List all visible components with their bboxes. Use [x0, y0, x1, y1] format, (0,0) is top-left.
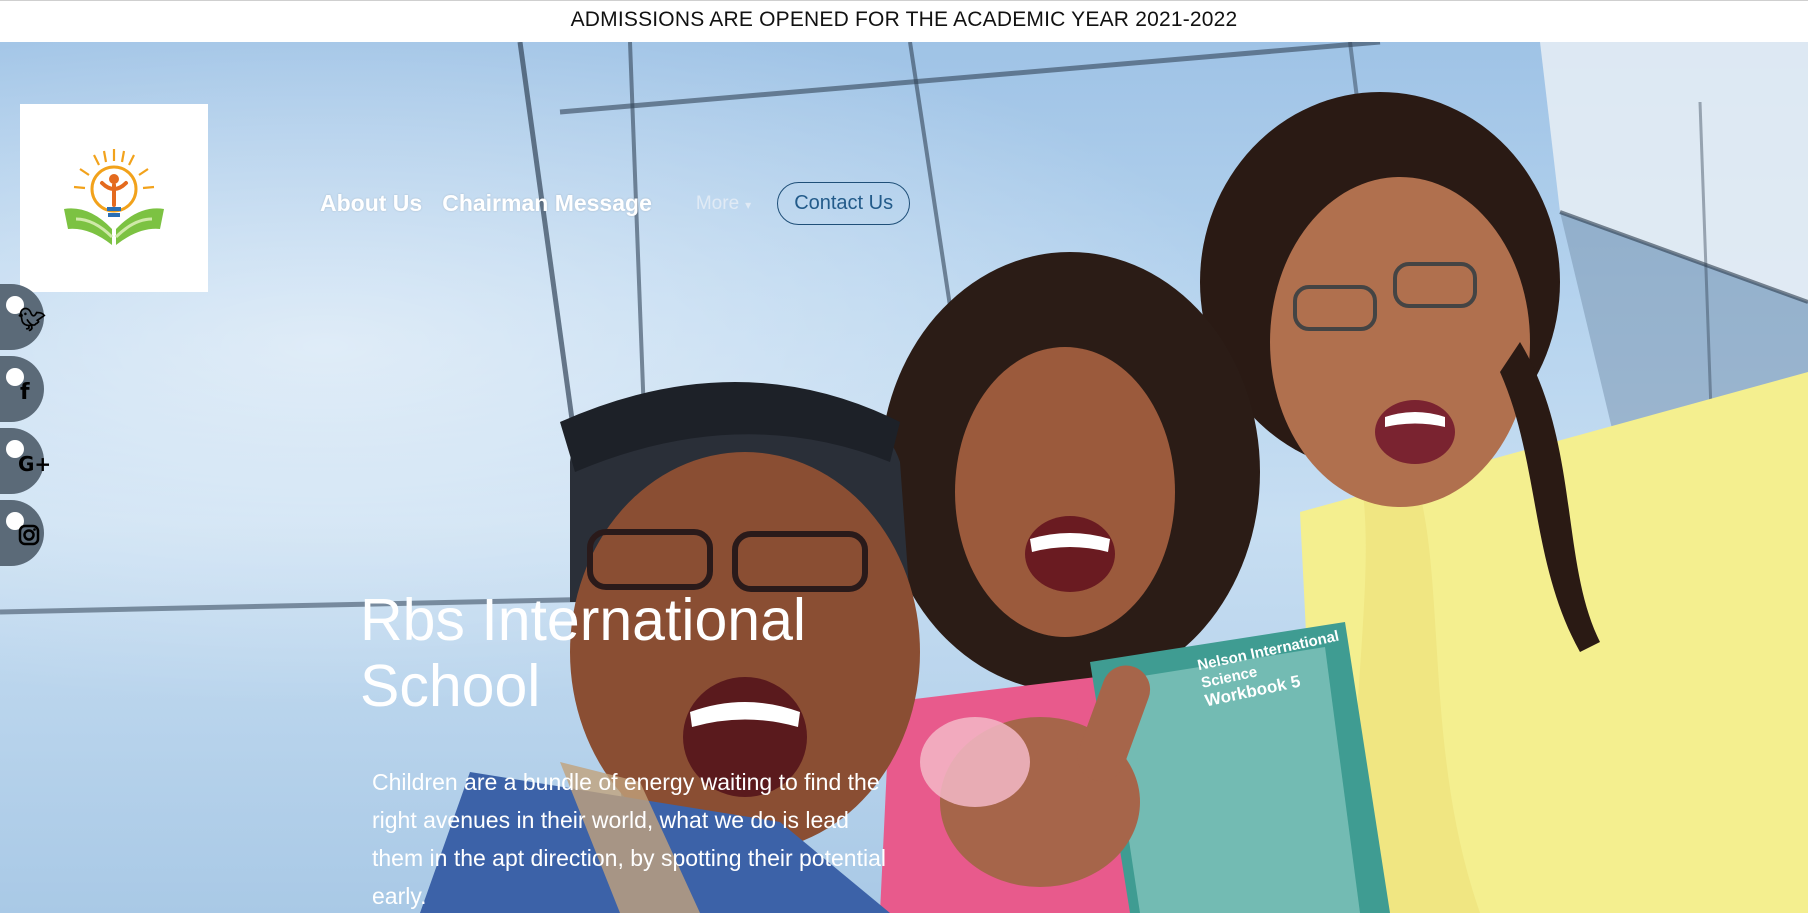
- nav-more-dropdown[interactable]: More ▾: [696, 193, 751, 215]
- instagram-icon: [18, 524, 40, 552]
- hero-description: Children are a bundle of energy waiting …: [372, 769, 886, 909]
- logo-emblem-icon: [64, 149, 164, 245]
- building-background: [0, 42, 1808, 913]
- hero-title: Rbs International School: [360, 587, 807, 719]
- google-plus-icon: G+: [18, 452, 52, 476]
- caret-down-icon: ▾: [745, 197, 752, 212]
- nav-chairman-message[interactable]: Chairman Message: [442, 190, 652, 217]
- hero-banner: Nelson International Science Workbook 5: [0, 42, 1808, 913]
- announcement-text: ADMISSIONS ARE OPENED FOR THE ACADEMIC Y…: [570, 7, 1238, 31]
- twitter-icon: 🐦︎: [18, 308, 46, 333]
- contact-us-button[interactable]: Contact Us: [777, 182, 911, 225]
- main-nav: About Us Chairman Message More ▾ Contact …: [320, 182, 911, 225]
- school-logo[interactable]: [20, 104, 208, 292]
- nav-about-us[interactable]: About Us: [320, 190, 422, 217]
- announcement-bar: ADMISSIONS ARE OPENED FOR THE ACADEMIC Y…: [0, 0, 1808, 42]
- facebook-icon: f: [20, 380, 30, 405]
- nav-more-label: More: [695, 192, 740, 214]
